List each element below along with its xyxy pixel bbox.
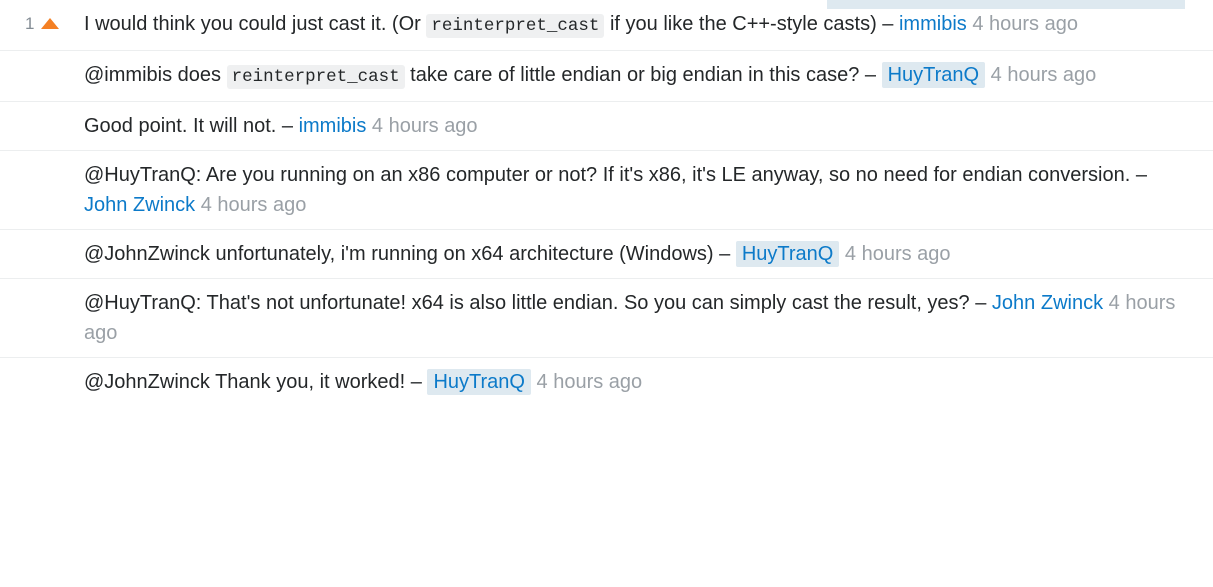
comment-author-link[interactable]: John Zwinck [84, 194, 195, 216]
inline-code: reinterpret_cast [226, 65, 405, 89]
comment-dash-separator: – [1135, 164, 1147, 186]
comment-dash-separator: – [410, 371, 422, 393]
comment-text: if you like the C++-style casts) [604, 13, 883, 35]
comment-inner: @JohnZwinck unfortunately, i'm running o… [0, 239, 1213, 269]
comment-text: @HuyTranQ: Are you running on an x86 com… [84, 164, 1136, 186]
comment-timestamp[interactable]: 4 hours ago [201, 194, 307, 216]
comment-text: take care of little endian or big endian… [404, 64, 865, 86]
comment-text: @HuyTranQ: That's not unfortunate! x64 i… [84, 292, 976, 314]
comment-vote-cell: 1 [25, 11, 81, 35]
comment-body: @HuyTranQ: That's not unfortunate! x64 i… [84, 288, 1189, 348]
comment-inner: @immibis does reinterpret_cast take care… [0, 60, 1213, 92]
comment-text: I would think you could just cast it. (O… [84, 13, 427, 35]
comment-author-link[interactable]: HuyTranQ [735, 241, 840, 267]
comment-timestamp[interactable]: 4 hours ago [372, 115, 478, 137]
comment-author-link[interactable]: HuyTranQ [881, 62, 986, 88]
comment-text: Good point. It will not. [84, 115, 282, 137]
comment-timestamp[interactable]: 4 hours ago [991, 64, 1097, 86]
comment-row: @HuyTranQ: Are you running on an x86 com… [0, 150, 1213, 229]
comment-row: @JohnZwinck unfortunately, i'm running o… [0, 229, 1213, 278]
comment-body: @JohnZwinck unfortunately, i'm running o… [84, 239, 1189, 269]
inline-code: reinterpret_cast [426, 14, 605, 38]
comment-text: @immibis does [84, 64, 227, 86]
comment-body: @HuyTranQ: Are you running on an x86 com… [84, 160, 1189, 220]
comment-author-link[interactable]: immibis [299, 115, 367, 137]
comment-score: 1 [25, 13, 35, 33]
comment-text: @JohnZwinck Thank you, it worked! [84, 371, 411, 393]
comment-inner: @HuyTranQ: Are you running on an x86 com… [0, 160, 1213, 220]
comment-author-link[interactable]: HuyTranQ [427, 369, 531, 395]
comment-dash-separator: – [864, 64, 877, 86]
comment-inner: @HuyTranQ: That's not unfortunate! x64 i… [0, 288, 1213, 348]
comment-inner: Good point. It will not. – immibis 4 hou… [0, 111, 1213, 141]
comment-author-link[interactable]: immibis [899, 13, 967, 35]
comment-dash-separator: – [719, 243, 731, 265]
comments-list: 1 I would think you could just cast it. (… [0, 0, 1213, 406]
comment-inner: 1 I would think you could just cast it. (… [0, 9, 1213, 41]
comment-author-link[interactable]: John Zwinck [992, 292, 1103, 314]
comment-dash-separator: – [975, 292, 987, 314]
comment-body: I would think you could just cast it. (O… [84, 9, 1189, 41]
comment-row: @HuyTranQ: That's not unfortunate! x64 i… [0, 278, 1213, 357]
comment-timestamp[interactable]: 4 hours ago [845, 243, 951, 265]
comment-row: 1 I would think you could just cast it. (… [0, 0, 1213, 50]
comment-row: Good point. It will not. – immibis 4 hou… [0, 101, 1213, 150]
comment-body: @JohnZwinck Thank you, it worked! – HuyT… [84, 367, 1189, 397]
comment-timestamp[interactable]: 4 hours ago [972, 13, 1078, 35]
comment-inner: @JohnZwinck Thank you, it worked! – HuyT… [0, 367, 1213, 397]
comment-dash-separator: – [281, 115, 294, 137]
comment-text: @JohnZwinck unfortunately, i'm running o… [84, 243, 720, 265]
comment-row: @JohnZwinck Thank you, it worked! – HuyT… [0, 357, 1213, 406]
comment-row: @immibis does reinterpret_cast take care… [0, 50, 1213, 101]
comment-timestamp[interactable]: 4 hours ago [537, 371, 643, 393]
comment-body: @immibis does reinterpret_cast take care… [84, 60, 1189, 92]
comment-dash-separator: – [882, 13, 894, 35]
upvote-arrow-icon[interactable] [41, 17, 60, 29]
comment-body: Good point. It will not. – immibis 4 hou… [84, 111, 1189, 141]
